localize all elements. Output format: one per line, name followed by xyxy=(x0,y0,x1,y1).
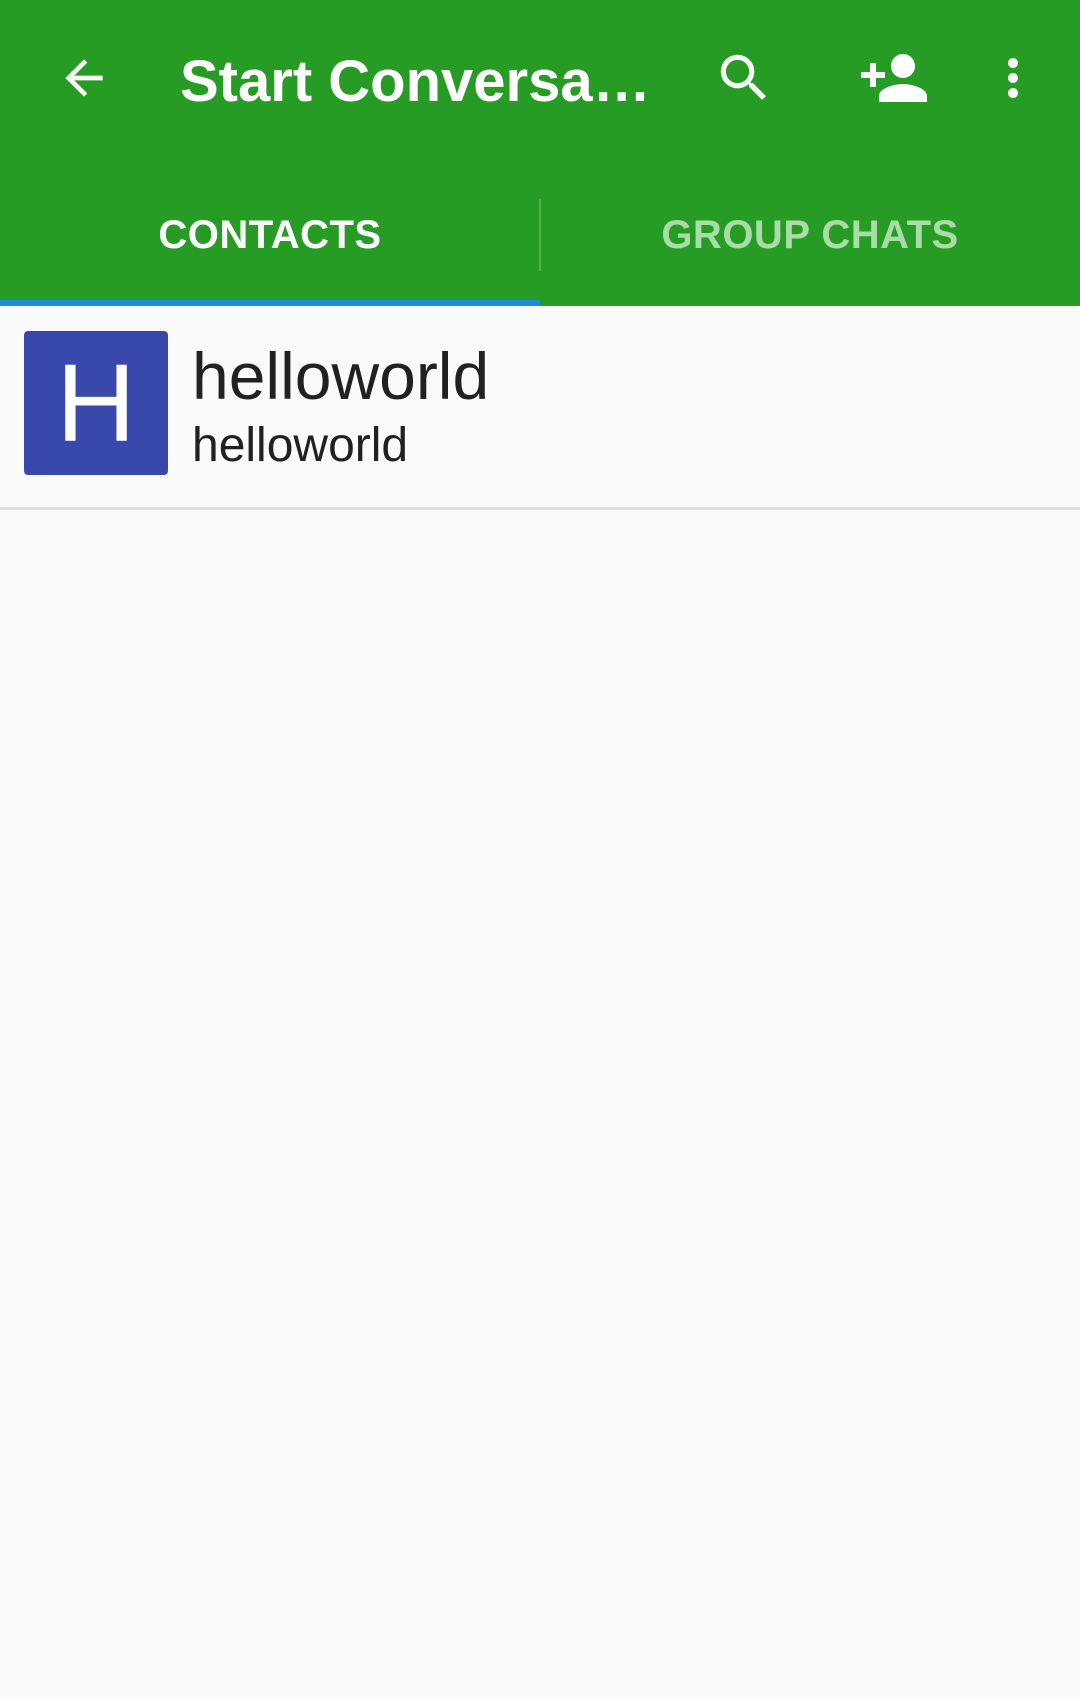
list-divider xyxy=(0,507,1080,510)
page-title: Start Conversati… xyxy=(180,49,660,114)
tab-contacts[interactable]: CONTACTS xyxy=(0,165,540,306)
add-contact-button[interactable] xyxy=(840,38,948,122)
back-button[interactable] xyxy=(36,38,132,122)
more-vert-icon xyxy=(983,48,1043,113)
contact-name: helloworld xyxy=(192,339,490,413)
arrow-back-icon xyxy=(56,50,112,111)
contact-jid: helloworld xyxy=(192,419,409,472)
search-icon xyxy=(713,47,775,114)
search-button[interactable] xyxy=(696,38,792,122)
more-options-button[interactable] xyxy=(978,38,1048,122)
tab-group-chats[interactable]: GROUP CHATS xyxy=(540,165,1080,306)
tab-bar: CONTACTS GROUP CHATS xyxy=(0,165,1080,306)
avatar: H xyxy=(24,331,168,475)
person-add-icon xyxy=(858,42,930,119)
contact-list-item[interactable]: H helloworld helloworld xyxy=(0,306,1080,508)
app-toolbar: Start Conversati… xyxy=(0,0,1080,165)
